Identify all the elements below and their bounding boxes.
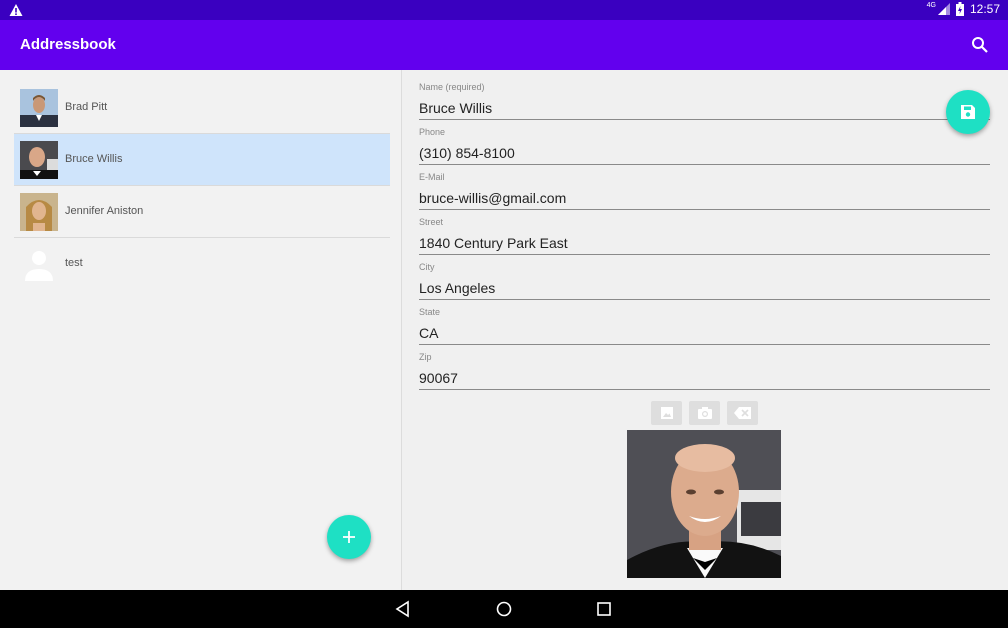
app-title: Addressbook [20, 36, 116, 53]
contact-item-brad-pitt[interactable]: Brad Pitt [14, 82, 390, 134]
field-underline [419, 389, 990, 390]
state-field[interactable]: State CA [419, 295, 990, 345]
street-field[interactable]: Street 1840 Century Park East [419, 205, 990, 255]
contact-item-bruce-willis[interactable]: Bruce Willis [14, 134, 390, 186]
field-value: CA [419, 325, 439, 341]
system-navigation-bar [0, 590, 1008, 628]
contact-item-jennifer-aniston[interactable]: Jennifer Aniston [14, 186, 390, 238]
save-icon [961, 105, 975, 119]
battery-icon [955, 2, 964, 16]
person-placeholder-icon [20, 245, 58, 283]
contact-name: Jennifer Aniston [65, 205, 144, 217]
field-value: bruce-willis@gmail.com [419, 190, 567, 206]
camera-icon [697, 407, 712, 419]
contact-photo [20, 141, 58, 179]
phone-field[interactable]: Phone (310) 854-8100 [419, 115, 990, 165]
network-type-label: 4G [926, 1, 936, 9]
contact-name: test [65, 257, 83, 269]
contact-list: Brad Pitt Bruce Willis Jennifer Aniston [0, 70, 402, 590]
field-label: City [419, 262, 435, 272]
warning-icon [9, 4, 23, 16]
contact-name: Brad Pitt [65, 101, 108, 113]
take-photo-button[interactable] [689, 401, 720, 425]
remove-image-button[interactable] [727, 401, 758, 425]
pick-image-button[interactable] [651, 401, 682, 425]
add-contact-button[interactable] [327, 515, 371, 559]
backspace-clear-icon [733, 407, 751, 419]
field-label: E-Mail [419, 172, 445, 182]
save-button[interactable] [946, 90, 990, 134]
field-label: State [419, 307, 441, 317]
search-icon[interactable] [971, 36, 989, 54]
field-value: Bruce Willis [419, 100, 493, 116]
field-label: Zip [419, 352, 432, 362]
contact-name: Bruce Willis [65, 153, 123, 165]
field-value: Los Angeles [419, 280, 496, 296]
contact-item-test[interactable]: test [14, 238, 390, 290]
zip-field[interactable]: Zip 90067 [419, 340, 990, 390]
email-field[interactable]: E-Mail bruce-willis@gmail.com [419, 160, 990, 210]
gallery-icon [660, 407, 673, 419]
contact-photo [20, 89, 58, 127]
city-field[interactable]: City Los Angeles [419, 250, 990, 300]
field-value: 90067 [419, 370, 458, 386]
field-label: Phone [419, 127, 446, 137]
back-icon[interactable] [394, 600, 412, 618]
field-value: (310) 854-8100 [419, 145, 515, 161]
plus-icon [343, 531, 355, 543]
home-icon[interactable] [495, 600, 513, 618]
field-label: Street [419, 217, 444, 227]
name-field[interactable]: Name (required) Bruce Willis [419, 70, 990, 120]
contact-large-photo [627, 430, 781, 578]
status-bar: 4G 12:57 [0, 0, 1008, 20]
field-label: Name (required) [419, 82, 485, 92]
recents-icon[interactable] [595, 600, 613, 618]
status-time: 12:57 [969, 2, 1000, 16]
signal-icon [937, 3, 950, 15]
field-value: 1840 Century Park East [419, 235, 568, 251]
app-bar: Addressbook [0, 20, 1008, 70]
contact-photo [20, 193, 58, 231]
